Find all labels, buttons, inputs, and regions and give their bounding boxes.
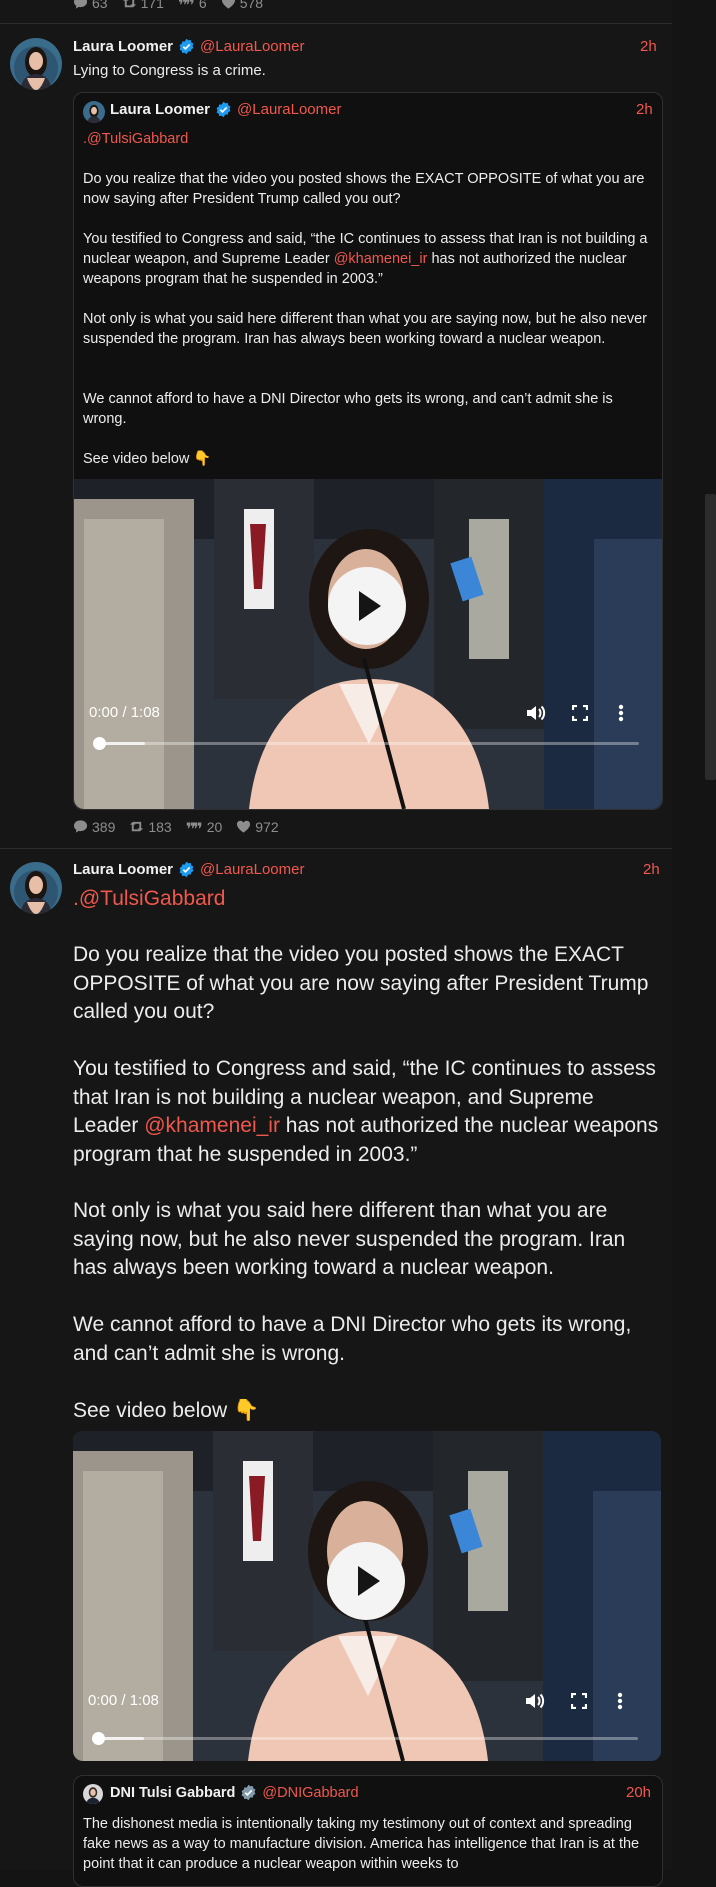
fullscreen-icon[interactable]: [571, 1693, 587, 1709]
post-paragraph: We cannot afford to have a DNI Director …: [73, 1313, 638, 1365]
reply-stat[interactable]: 389: [73, 819, 115, 835]
retweet-stat[interactable]: 171: [122, 0, 164, 11]
heart-icon: [237, 820, 251, 833]
retweet-icon: [130, 821, 144, 832]
quoted-avatar: [83, 101, 105, 123]
scrollbar-thumb[interactable]: [705, 494, 716, 780]
avatar[interactable]: [10, 38, 62, 90]
quoted-paragraph: See video below 👇: [83, 451, 212, 467]
verified-badge-icon: [178, 861, 195, 878]
quoted-author-handle[interactable]: @LauraLoomer: [237, 101, 341, 118]
post-paragraph: Do you realize that the video you posted…: [73, 943, 655, 1023]
timeline-feed: 63 171 ❞❞ 6 578 Laura Loomer @LauraLoome…: [0, 0, 672, 1887]
mention-link[interactable]: @khamenei_ir: [334, 251, 428, 267]
retweet-stat[interactable]: 183: [129, 818, 172, 835]
video-time: 0:00 / 1:08: [89, 704, 160, 721]
quoted-paragraph: Do you realize that the video you posted…: [83, 171, 649, 207]
video-player[interactable]: 0:00 / 1:08: [74, 479, 662, 809]
quoted-avatar: [83, 1784, 103, 1804]
retweet-icon: [122, 0, 136, 8]
mention-link[interactable]: @khamenei_ir: [144, 1114, 280, 1137]
heart-icon: [221, 0, 235, 9]
reply-icon: [73, 0, 88, 9]
post-divider: [0, 848, 672, 849]
video-player[interactable]: 0:00 / 1:08: [73, 1431, 661, 1761]
quote-icon: ❞❞: [185, 820, 203, 839]
like-stat[interactable]: 578: [221, 0, 263, 11]
more-options-icon[interactable]: [618, 704, 624, 722]
author-handle[interactable]: @LauraLoomer: [200, 38, 304, 55]
quoted-author-row: DNI Tulsi Gabbard @DNIGabbard: [110, 1784, 359, 1801]
quoted-author-name[interactable]: Laura Loomer: [110, 101, 210, 118]
quote-stat[interactable]: ❞❞ 6: [177, 0, 207, 15]
more-options-icon[interactable]: [617, 1692, 623, 1710]
quote-count: 6: [198, 0, 207, 11]
play-button[interactable]: [327, 1542, 405, 1620]
author-name[interactable]: Laura Loomer: [73, 38, 173, 55]
retweet-count: 183: [148, 818, 172, 835]
quote-count: 20: [206, 818, 223, 835]
volume-icon[interactable]: [526, 704, 546, 722]
play-button[interactable]: [328, 567, 406, 645]
like-count: 972: [255, 818, 279, 835]
post-timestamp[interactable]: 2h: [643, 861, 660, 878]
progress-knob[interactable]: [92, 1732, 105, 1745]
quoted-paragraph: We cannot afford to have a DNI Director …: [83, 391, 617, 427]
post-text: Lying to Congress is a crime.: [73, 62, 266, 79]
volume-icon[interactable]: [525, 1692, 545, 1710]
reply-stat[interactable]: 63: [73, 0, 108, 11]
post-paragraph: See video below 👇: [73, 1399, 260, 1422]
post-stats: 389 183 ❞❞ 20 972: [73, 818, 279, 839]
reply-count: 63: [92, 0, 108, 11]
author-row: Laura Loomer @LauraLoomer: [73, 861, 304, 878]
quote-stat[interactable]: ❞❞ 20: [185, 818, 223, 839]
quoted-timestamp: 2h: [636, 101, 653, 118]
quoted-paragraph: You testified to Congress and said, “the…: [83, 229, 653, 289]
reply-icon: [73, 820, 88, 833]
verified-badge-icon: [215, 101, 232, 118]
video-time: 0:00 / 1:08: [88, 1692, 159, 1709]
quoted-author-row: Laura Loomer @LauraLoomer: [110, 101, 341, 118]
quoted-timestamp: 20h: [626, 1784, 652, 1801]
quoted-tweet[interactable]: DNI Tulsi Gabbard @DNIGabbard 20h The di…: [73, 1775, 663, 1887]
like-count: 578: [239, 0, 264, 11]
like-stat[interactable]: 972: [236, 818, 279, 835]
quoted-author-name[interactable]: DNI Tulsi Gabbard: [110, 1785, 235, 1801]
post-timestamp[interactable]: 2h: [640, 38, 657, 55]
quoted-text: The dishonest media is intentionally tak…: [83, 1816, 644, 1872]
scrollbar-track[interactable]: [672, 0, 716, 1870]
verified-badge-icon: [178, 38, 195, 55]
post-paragraph: You testified to Congress and said, “the…: [73, 1055, 663, 1169]
avatar[interactable]: [10, 862, 62, 914]
fullscreen-icon[interactable]: [572, 705, 588, 721]
quoted-tweet[interactable]: Laura Loomer @LauraLoomer 2h .@TulsiGabb…: [73, 92, 663, 810]
progress-knob[interactable]: [93, 737, 106, 750]
author-handle[interactable]: @LauraLoomer: [200, 861, 304, 878]
post-paragraph: Not only is what you said here different…: [73, 1199, 632, 1279]
author-name[interactable]: Laura Loomer: [73, 861, 173, 878]
reply-count: 389: [92, 818, 116, 835]
mention-link[interactable]: .@TulsiGabbard: [73, 885, 225, 913]
video-progress-bar[interactable]: [93, 737, 639, 750]
gray-verified-badge-icon: [240, 1784, 257, 1801]
author-row: Laura Loomer @LauraLoomer: [73, 38, 304, 55]
retweet-count: 171: [140, 0, 164, 11]
previous-post-stats: 63 171 ❞❞ 6 578: [73, 0, 263, 15]
video-progress-bar[interactable]: [92, 1732, 638, 1745]
post-divider: [0, 23, 672, 24]
quoted-author-handle[interactable]: @DNIGabbard: [262, 1785, 358, 1801]
mention-link[interactable]: .@TulsiGabbard: [83, 131, 188, 147]
quoted-paragraph: Not only is what you said here different…: [83, 311, 651, 347]
quote-icon: ❞❞: [177, 0, 195, 15]
